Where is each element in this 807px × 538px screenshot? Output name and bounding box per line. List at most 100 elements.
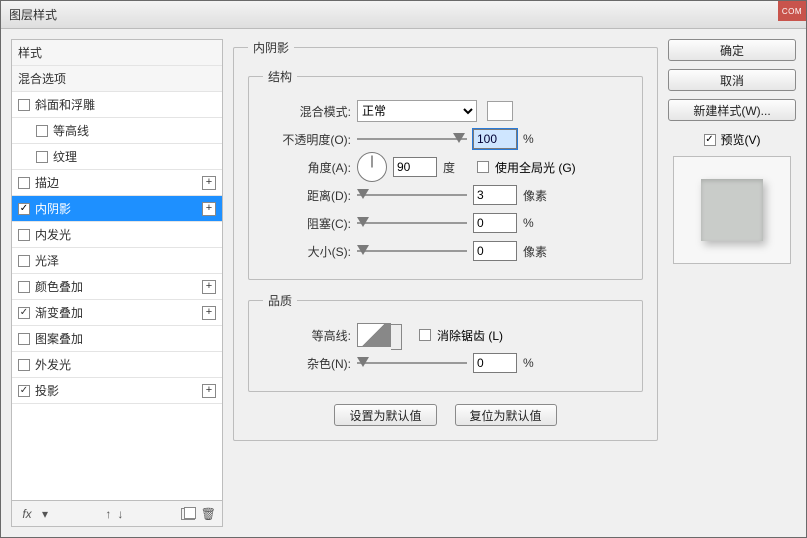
- sidebar-header-blend[interactable]: 混合选项: [12, 66, 222, 92]
- sidebar-item[interactable]: 光泽: [12, 248, 222, 274]
- layer-style-dialog: 图层样式 COM 样式混合选项斜面和浮雕等高线纹理描边+ ✓ 内阴影 + 内发光光泽颜色…: [0, 0, 807, 538]
- ok-button[interactable]: 确定: [668, 39, 796, 61]
- style-label: 颜色叠加: [35, 278, 83, 295]
- style-label: 外发光: [35, 356, 71, 373]
- sidebar-item[interactable]: 描边+: [12, 170, 222, 196]
- distance-label: 距离(D):: [263, 187, 351, 204]
- panel-title: 内阴影: [248, 39, 294, 56]
- preview-label: 预览(V): [721, 131, 761, 148]
- trash-icon[interactable]: 🗑: [201, 507, 216, 521]
- sidebar-item[interactable]: ✓ 内阴影 +: [12, 196, 222, 222]
- choke-slider[interactable]: [357, 216, 467, 230]
- style-checkbox[interactable]: ✓: [18, 307, 30, 319]
- preview-swatch: [701, 179, 763, 241]
- fx-icon[interactable]: fx: [18, 505, 36, 523]
- sidebar-item[interactable]: ✓ 渐变叠加 +: [12, 300, 222, 326]
- size-input[interactable]: [473, 241, 517, 261]
- add-icon[interactable]: +: [202, 384, 216, 398]
- quality-legend: 品质: [263, 292, 297, 309]
- blend-mode-label: 混合模式:: [263, 103, 351, 120]
- opacity-unit: %: [523, 132, 534, 146]
- contour-picker[interactable]: [357, 323, 391, 347]
- move-up-icon[interactable]: ↑: [105, 507, 111, 521]
- noise-unit: %: [523, 356, 534, 370]
- style-checkbox[interactable]: [18, 281, 30, 293]
- sidebar-item[interactable]: 纹理: [12, 144, 222, 170]
- quality-group: 品质 等高线: 消除锯齿 (L) 杂色(N): %: [248, 292, 643, 392]
- style-checkbox[interactable]: [36, 125, 48, 137]
- style-checkbox[interactable]: ✓: [18, 385, 30, 397]
- structure-group: 结构 混合模式: 正常 不透明度(O): % 角度(A):: [248, 68, 643, 280]
- sidebar-header-styles[interactable]: 样式: [12, 40, 222, 66]
- sidebar-item[interactable]: 图案叠加: [12, 326, 222, 352]
- style-label: 渐变叠加: [35, 304, 83, 321]
- corner-badge: COM: [778, 1, 806, 21]
- sidebar-item[interactable]: 内发光: [12, 222, 222, 248]
- style-label: 纹理: [53, 148, 77, 165]
- size-unit: 像素: [523, 243, 547, 260]
- global-light-checkbox[interactable]: [477, 161, 489, 173]
- size-label: 大小(S):: [263, 243, 351, 260]
- choke-label: 阻塞(C):: [263, 215, 351, 232]
- set-default-button[interactable]: 设置为默认值: [334, 404, 436, 426]
- titlebar[interactable]: 图层样式 COM: [1, 1, 806, 29]
- distance-input[interactable]: [473, 185, 517, 205]
- size-slider[interactable]: [357, 244, 467, 258]
- noise-input[interactable]: [473, 353, 517, 373]
- noise-slider[interactable]: [357, 356, 467, 370]
- preview-box: [673, 156, 791, 264]
- choke-input[interactable]: [473, 213, 517, 233]
- angle-label: 角度(A):: [263, 159, 351, 176]
- opacity-label: 不透明度(O):: [263, 131, 351, 148]
- style-checkbox[interactable]: [18, 229, 30, 241]
- reset-default-button[interactable]: 复位为默认值: [455, 404, 557, 426]
- angle-unit: 度: [443, 159, 455, 176]
- sidebar-item[interactable]: 颜色叠加 +: [12, 274, 222, 300]
- style-checkbox[interactable]: [18, 255, 30, 267]
- action-column: 确定 取消 新建样式(W)... ✓ 预览(V): [668, 39, 796, 527]
- style-label: 等高线: [53, 122, 89, 139]
- style-checkbox[interactable]: [18, 177, 30, 189]
- style-checkbox[interactable]: [18, 359, 30, 371]
- antialias-checkbox[interactable]: [419, 329, 431, 341]
- blend-mode-select[interactable]: 正常: [357, 100, 477, 122]
- structure-legend: 结构: [263, 68, 297, 85]
- new-style-button[interactable]: 新建样式(W)...: [668, 99, 796, 121]
- style-label: 光泽: [35, 252, 59, 269]
- style-label: 斜面和浮雕: [35, 96, 95, 113]
- style-checkbox[interactable]: ✓: [18, 203, 30, 215]
- distance-unit: 像素: [523, 187, 547, 204]
- sidebar-item[interactable]: 外发光: [12, 352, 222, 378]
- duplicate-icon[interactable]: [181, 508, 195, 520]
- sidebar-item[interactable]: 斜面和浮雕: [12, 92, 222, 118]
- styles-sidebar: 样式混合选项斜面和浮雕等高线纹理描边+ ✓ 内阴影 + 内发光光泽颜色叠加 + ✓ 渐变叠加 +…: [11, 39, 223, 527]
- global-light-label: 使用全局光 (G): [495, 159, 576, 176]
- color-swatch[interactable]: [487, 101, 513, 121]
- add-icon[interactable]: +: [202, 280, 216, 294]
- opacity-input[interactable]: [473, 129, 517, 149]
- distance-slider[interactable]: [357, 188, 467, 202]
- add-icon[interactable]: +: [202, 176, 216, 190]
- opacity-slider[interactable]: [357, 132, 467, 146]
- style-checkbox[interactable]: [36, 151, 48, 163]
- chevron-down-icon[interactable]: ▾: [42, 507, 48, 521]
- style-checkbox[interactable]: [18, 99, 30, 111]
- contour-label: 等高线:: [263, 327, 351, 344]
- cancel-button[interactable]: 取消: [668, 69, 796, 91]
- antialias-label: 消除锯齿 (L): [437, 327, 503, 344]
- sidebar-item[interactable]: ✓ 投影 +: [12, 378, 222, 404]
- angle-dial[interactable]: [357, 152, 387, 182]
- add-icon[interactable]: +: [202, 306, 216, 320]
- style-checkbox[interactable]: [18, 333, 30, 345]
- settings-panel: 内阴影 结构 混合模式: 正常 不透明度(O): %: [233, 39, 658, 527]
- window-title: 图层样式: [9, 6, 57, 23]
- sidebar-footer: fx ▾ ↑ ↓ 🗑: [12, 500, 222, 526]
- preview-checkbox[interactable]: ✓: [704, 134, 716, 146]
- sidebar-item[interactable]: 等高线: [12, 118, 222, 144]
- angle-input[interactable]: [393, 157, 437, 177]
- panel-fieldset: 内阴影 结构 混合模式: 正常 不透明度(O): %: [233, 39, 658, 441]
- style-label: 投影: [35, 382, 59, 399]
- add-icon[interactable]: +: [202, 202, 216, 216]
- move-down-icon[interactable]: ↓: [117, 507, 123, 521]
- style-label: 内阴影: [35, 200, 71, 217]
